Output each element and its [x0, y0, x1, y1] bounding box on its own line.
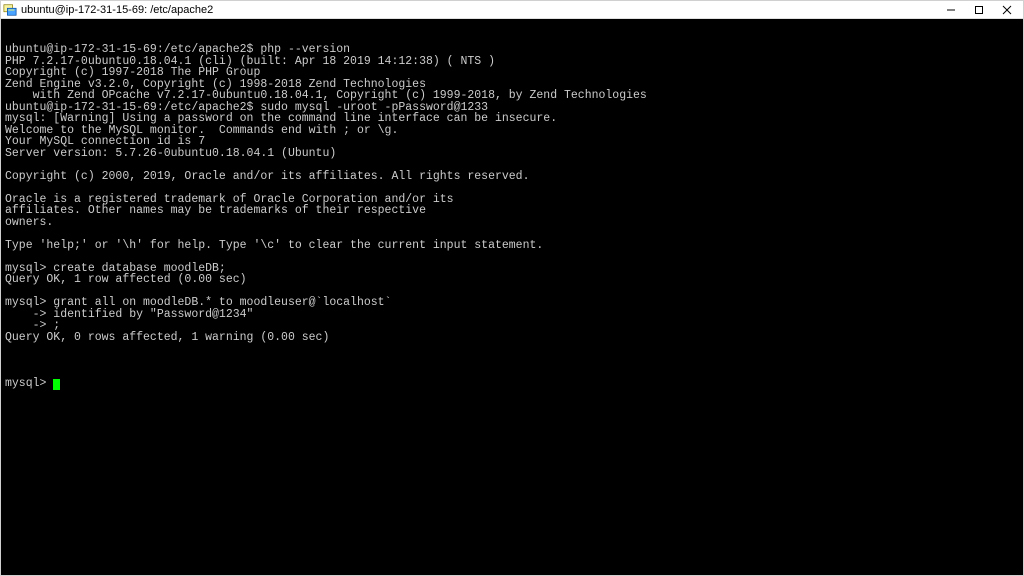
- terminal-line: ubuntu@ip-172-31-15-69:/etc/apache2$ php…: [5, 44, 1019, 56]
- terminal-line: Type 'help;' or '\h' for help. Type '\c'…: [5, 240, 1019, 252]
- terminal-line: [5, 228, 1019, 240]
- terminal-window: ubuntu@ip-172-31-15-69: /etc/apache2 ubu…: [0, 0, 1024, 576]
- terminal-line: -> ;: [5, 320, 1019, 332]
- terminal-line: Copyright (c) 2000, 2019, Oracle and/or …: [5, 171, 1019, 183]
- maximize-button[interactable]: [965, 2, 993, 18]
- terminal-line: mysql: [Warning] Using a password on the…: [5, 113, 1019, 125]
- putty-icon: [3, 3, 17, 17]
- mysql-prompt: mysql>: [5, 377, 53, 390]
- close-button[interactable]: [993, 2, 1021, 18]
- terminal-line: -> identified by "Password@1234": [5, 309, 1019, 321]
- terminal-line: mysql> grant all on moodleDB.* to moodle…: [5, 297, 1019, 309]
- terminal-line: Your MySQL connection id is 7: [5, 136, 1019, 148]
- terminal-line: [5, 159, 1019, 171]
- terminal-line: Query OK, 1 row affected (0.00 sec): [5, 274, 1019, 286]
- terminal-output: ubuntu@ip-172-31-15-69:/etc/apache2$ php…: [5, 44, 1019, 355]
- terminal-line: [5, 182, 1019, 194]
- window-title: ubuntu@ip-172-31-15-69: /etc/apache2: [21, 4, 937, 16]
- terminal-line: owners.: [5, 217, 1019, 229]
- terminal-line: with Zend OPcache v7.2.17-0ubuntu0.18.04…: [5, 90, 1019, 102]
- window-controls: [937, 2, 1021, 18]
- terminal-line: affiliates. Other names may be trademark…: [5, 205, 1019, 217]
- terminal-line: [5, 343, 1019, 355]
- terminal-prompt-line: mysql>: [5, 378, 1019, 390]
- titlebar[interactable]: ubuntu@ip-172-31-15-69: /etc/apache2: [1, 1, 1023, 19]
- terminal-line: Copyright (c) 1997-2018 The PHP Group: [5, 67, 1019, 79]
- terminal-line: Server version: 5.7.26-0ubuntu0.18.04.1 …: [5, 148, 1019, 160]
- terminal-line: Query OK, 0 rows affected, 1 warning (0.…: [5, 332, 1019, 344]
- minimize-button[interactable]: [937, 2, 965, 18]
- terminal-area[interactable]: ubuntu@ip-172-31-15-69:/etc/apache2$ php…: [1, 19, 1023, 575]
- cursor: [53, 379, 60, 390]
- terminal-line: [5, 251, 1019, 263]
